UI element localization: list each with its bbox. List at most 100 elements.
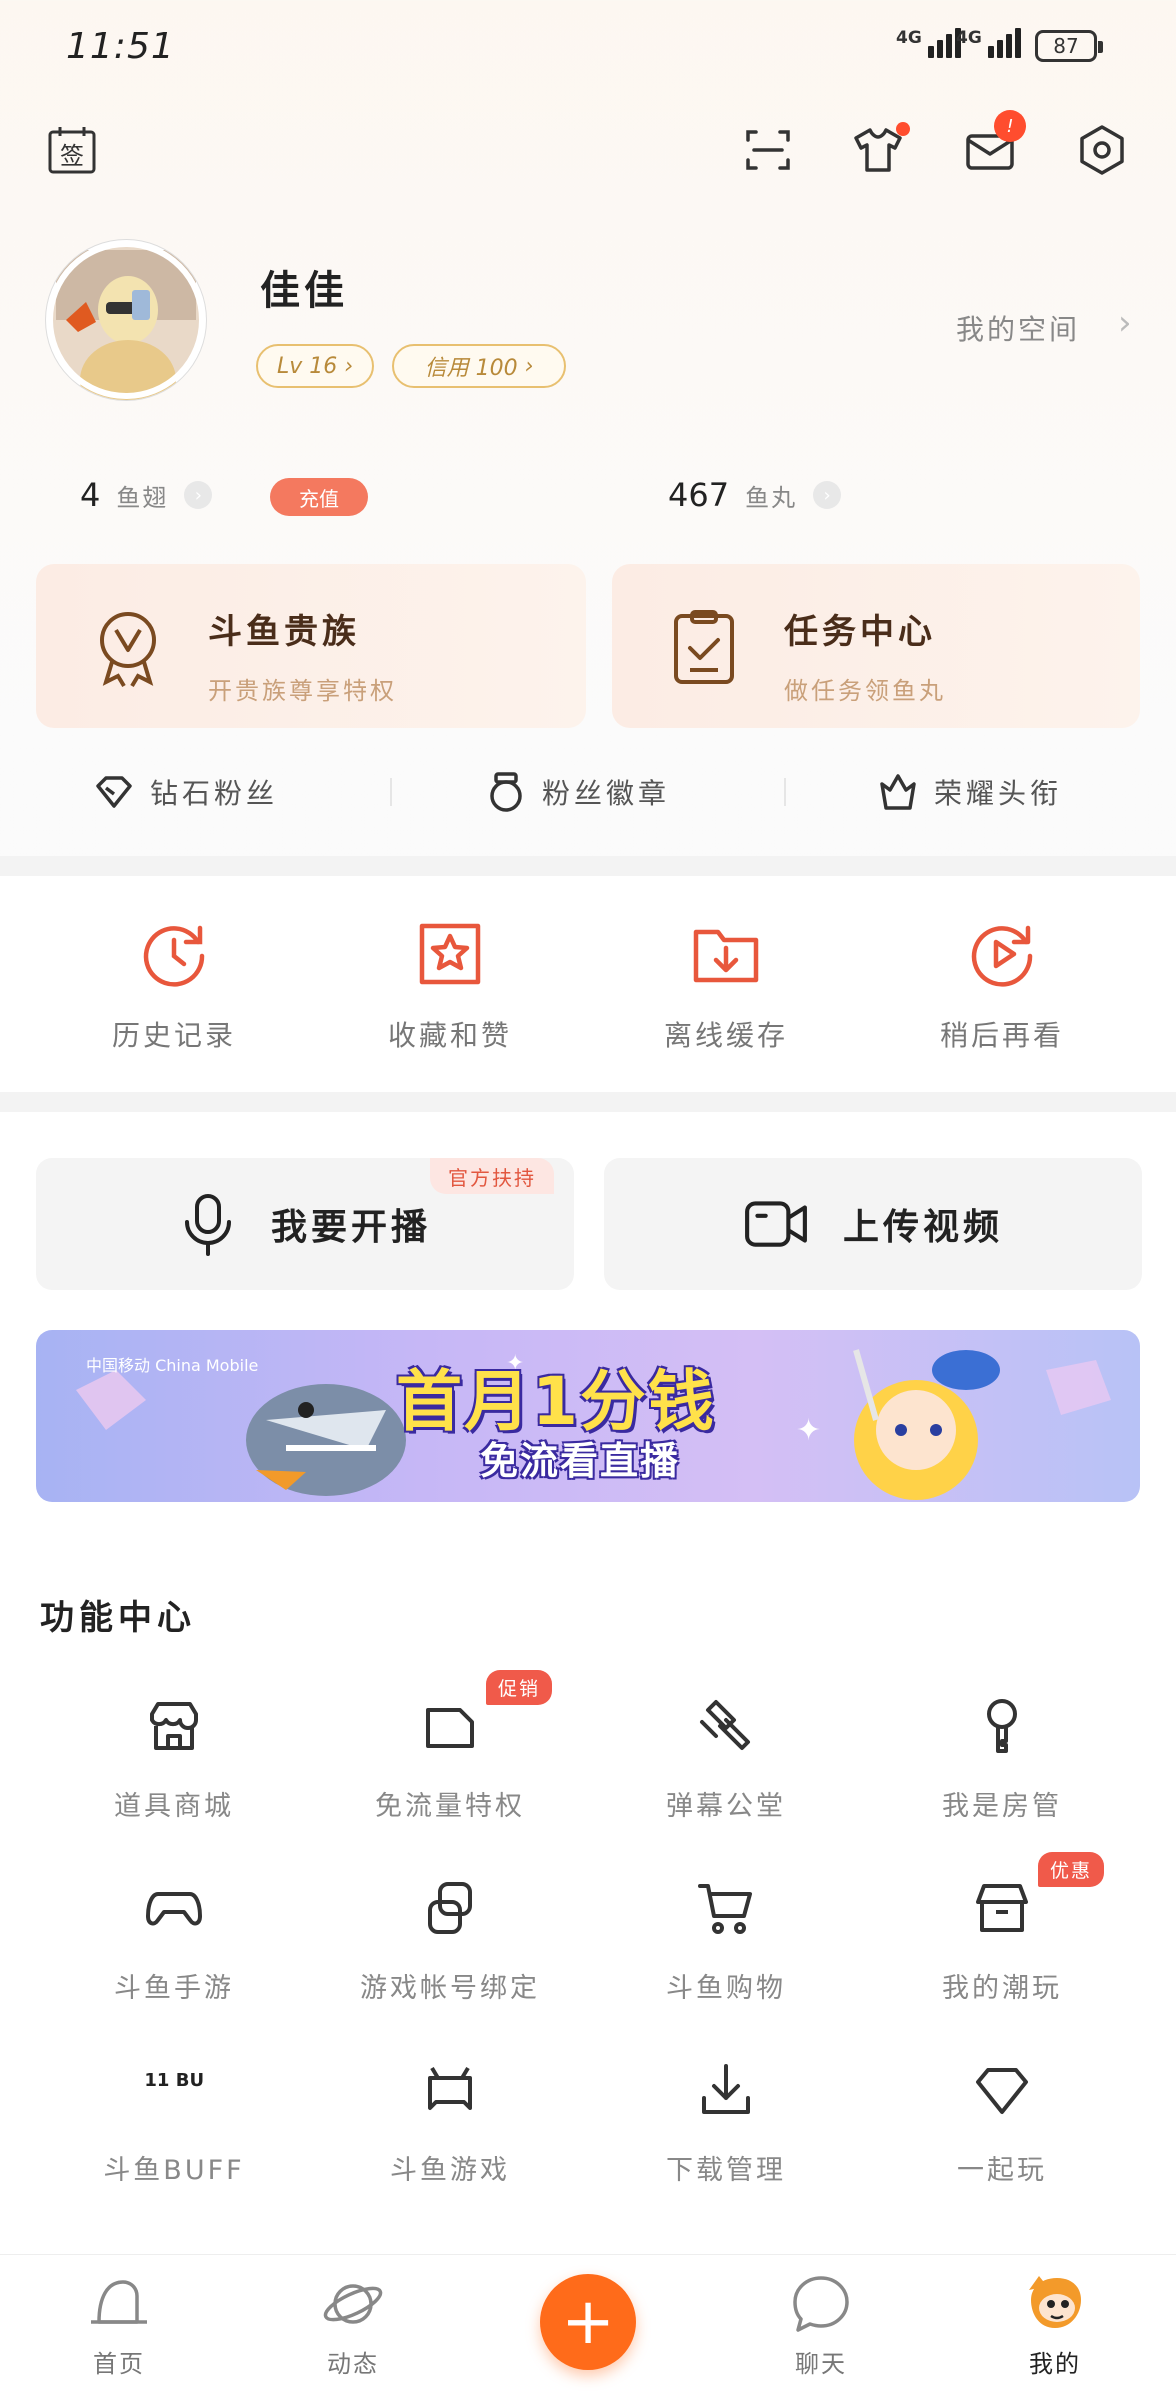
chevron-right-icon[interactable]: ›	[1118, 303, 1132, 343]
sign-in-icon[interactable]: 签	[40, 118, 104, 182]
mascot-icon	[1029, 2276, 1081, 2328]
play-together-item[interactable]: 一起玩	[864, 2060, 1140, 2187]
planet-icon	[323, 2284, 383, 2324]
play-together-label: 一起玩	[957, 2155, 1047, 2186]
account-binding-item[interactable]: 游戏帐号绑定	[312, 1878, 588, 2005]
favorites-link[interactable]: 收藏和赞	[350, 916, 550, 1054]
trendy-toys-label: 我的潮玩	[942, 1973, 1062, 2004]
download-icon	[702, 2064, 750, 2114]
balls-stat[interactable]: 467 鱼丸 ›	[668, 476, 842, 514]
nav-home[interactable]: 首页	[44, 2270, 194, 2379]
network-type-2: 4G	[956, 28, 982, 48]
svg-text:✦: ✦	[796, 1413, 821, 1448]
history-link[interactable]: 历史记录	[74, 916, 274, 1054]
balls-count: 467	[668, 476, 730, 514]
chevron-right-icon: ›	[184, 481, 213, 509]
my-space-link[interactable]: 我的空间	[956, 308, 1080, 348]
nav-feed[interactable]: 动态	[278, 2270, 428, 2379]
prop-shop-item[interactable]: 道具商城	[36, 1696, 312, 1823]
divider	[390, 778, 392, 806]
trendy-toys-item[interactable]: 我的潮玩	[864, 1878, 1140, 2005]
chevron-right-icon: ›	[524, 353, 534, 379]
upload-video-button[interactable]: 上传视频	[604, 1158, 1142, 1290]
banner-brand: 中国移动 China Mobile	[86, 1356, 259, 1375]
favorites-label: 收藏和赞	[387, 1019, 512, 1052]
chevron-right-icon: ›	[344, 353, 354, 379]
microphone-icon	[184, 1194, 231, 1256]
gamepad-icon	[146, 1892, 202, 1926]
signal-icon: 4G	[896, 28, 961, 58]
wings-stat[interactable]: 4 鱼翅 ›	[80, 476, 213, 514]
function-center-title: 功能中心	[40, 1598, 196, 1638]
room-admin-label: 我是房管	[942, 1791, 1062, 1822]
noble-card[interactable]: 斗鱼贵族 开贵族尊享特权	[36, 564, 586, 728]
nav-me[interactable]: 我的	[980, 2270, 1130, 2379]
start-live-label: 我要开播	[270, 1207, 431, 1248]
task-subtitle: 做任务领鱼丸	[784, 677, 946, 705]
honor-title-link[interactable]: 荣耀头衔	[876, 770, 1062, 814]
fan-badge-icon	[490, 772, 522, 812]
watch-later-label: 稍后再看	[939, 1019, 1064, 1052]
download-folder-icon	[693, 929, 759, 983]
nav-chat[interactable]: 聊天	[746, 2270, 896, 2379]
recharge-button[interactable]: 充值	[270, 478, 368, 516]
noble-subtitle: 开贵族尊享特权	[208, 677, 397, 705]
promo-banner[interactable]: ✦ ✦ 中国移动 China Mobile 首月1分钱 免流看直播	[36, 1330, 1140, 1502]
scan-icon[interactable]	[736, 118, 800, 182]
avatar[interactable]	[46, 240, 206, 400]
clipboard-icon	[674, 610, 734, 684]
discount-tag: 优惠	[1038, 1852, 1105, 1887]
section-divider	[0, 1092, 1176, 1112]
task-center-card[interactable]: 任务中心 做任务领鱼丸	[612, 564, 1140, 728]
buff-item[interactable]: 1111 BUFF 斗鱼BUFF	[36, 2060, 312, 2187]
section-divider	[0, 856, 1176, 876]
signal-icon-2: 4G	[956, 28, 1021, 58]
settings-icon[interactable]	[1070, 118, 1134, 182]
nav-chat-label: 聊天	[795, 2350, 847, 2378]
svg-text:签: 签	[60, 142, 84, 170]
download-manager-item[interactable]: 下载管理	[588, 2060, 864, 2187]
watch-later-link[interactable]: 稍后再看	[902, 916, 1102, 1054]
credit-badge[interactable]: 信用 100 ›	[392, 344, 566, 388]
play-later-icon	[971, 925, 1033, 987]
nav-feed-label: 动态	[327, 2350, 379, 2378]
mobile-games-label: 斗鱼手游	[114, 1973, 234, 2004]
free-data-item[interactable]: 免流量特权	[312, 1696, 588, 1823]
offline-cache-link[interactable]: 离线缓存	[626, 916, 826, 1054]
battery-icon: 87	[1035, 30, 1103, 62]
mobile-games-item[interactable]: 斗鱼手游	[36, 1878, 312, 2005]
svg-text:1111 BUFF: 1111 BUFF	[144, 2070, 204, 2091]
level-badge[interactable]: Lv 16 ›	[256, 344, 374, 388]
danmaku-court-item[interactable]: 弹幕公堂	[588, 1696, 864, 1823]
video-camera-icon	[745, 1201, 807, 1247]
fan-badge-link[interactable]: 粉丝徽章	[484, 770, 670, 814]
box-icon	[976, 1884, 1028, 1932]
diamond-fans-link[interactable]: 钻石粉丝	[92, 770, 278, 814]
create-button[interactable]: +	[540, 2274, 636, 2370]
douyu-games-item[interactable]: 斗鱼游戏	[312, 2060, 588, 2187]
shopping-item[interactable]: 斗鱼购物	[588, 1878, 864, 2005]
link-icon	[428, 1882, 472, 1934]
wings-count: 4	[80, 476, 101, 514]
status-time: 11:51	[66, 26, 175, 67]
danmaku-court-label: 弹幕公堂	[666, 1791, 786, 1822]
upload-video-label: 上传视频	[842, 1207, 1003, 1248]
key-icon	[987, 1699, 1017, 1753]
noble-title: 斗鱼贵族	[208, 612, 360, 652]
network-type-1: 4G	[896, 28, 922, 48]
buff-label: 斗鱼BUFF	[103, 2155, 245, 2186]
home-icon	[91, 2280, 147, 2324]
star-folder-icon	[419, 923, 481, 985]
room-admin-item[interactable]: 我是房管	[864, 1696, 1140, 1823]
outfit-icon[interactable]	[846, 118, 910, 182]
chevron-right-icon: ›	[813, 481, 842, 509]
fan-badge-label: 粉丝徽章	[542, 777, 671, 810]
wings-label: 鱼翅	[116, 483, 169, 512]
battery-level: 87	[1053, 34, 1079, 58]
shop-icon	[150, 1702, 198, 1750]
mail-icon[interactable]: !	[958, 110, 1026, 182]
username: 佳佳	[260, 268, 348, 314]
douyu-games-label: 斗鱼游戏	[390, 2155, 510, 2186]
divider	[784, 778, 786, 806]
download-manager-label: 下载管理	[666, 2155, 786, 2186]
